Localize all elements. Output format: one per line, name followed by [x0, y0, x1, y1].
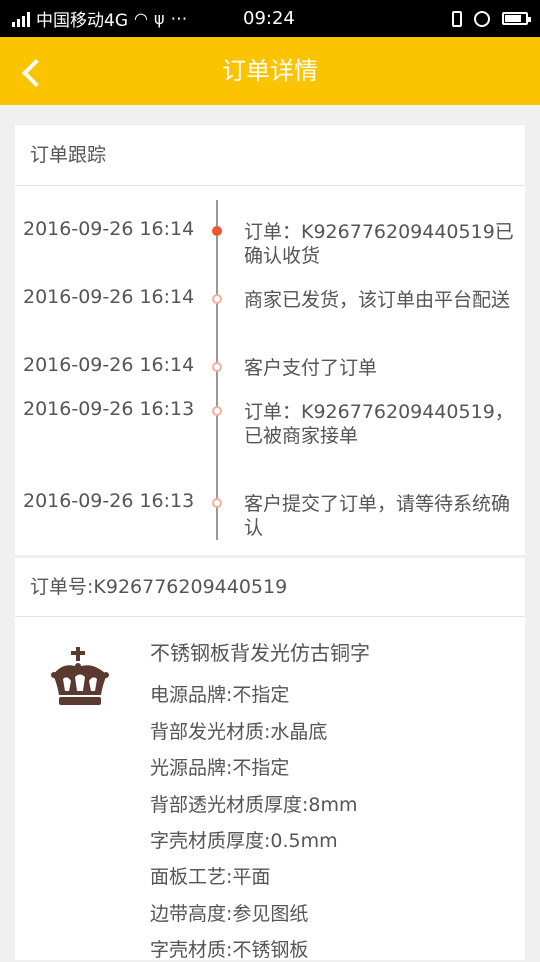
carrier-label: 中国移动4G [36, 11, 128, 31]
event-time: 2016-09-26 16:14 [23, 218, 195, 240]
timeline-dot [212, 498, 222, 508]
order-number: 订单号:K926776209440519 [30, 576, 288, 598]
event-time: 2016-09-26 16:13 [23, 398, 195, 420]
product-spec: 边带高度:参见图纸 [150, 903, 309, 925]
timeline-dot [212, 294, 222, 304]
product-spec: 光源品牌:不指定 [150, 757, 290, 779]
app-header: 订单详情 [0, 37, 540, 105]
product-thumbnail[interactable] [45, 639, 115, 719]
status-left: 中国移动4G ◠ ψ ⋯ [12, 0, 188, 37]
status-right [452, 0, 531, 37]
event-time: 2016-09-26 16:13 [23, 490, 195, 512]
product-spec: 字壳材质厚度:0.5mm [150, 830, 338, 852]
event-text: 订单：K926776209440519，已被商家接单 [244, 401, 514, 447]
event-text: 客户提交了订单，请等待系统确认 [244, 493, 511, 539]
event-text: 订单：K926776209440519已确认收货 [244, 221, 514, 267]
alarm-icon [474, 10, 490, 27]
event-text: 商家已发货，该订单由平台配送 [244, 289, 511, 311]
product-spec: 背部发光材质:水晶底 [150, 721, 328, 743]
status-bar: 中国移动4G ◠ ψ ⋯ 09:24 [0, 0, 540, 37]
event-text: 客户支付了订单 [244, 357, 378, 379]
product-name: 不锈钢板背发光仿古铜字 [150, 641, 370, 665]
event-time: 2016-09-26 16:14 [23, 354, 195, 376]
clock: 09:24 [243, 8, 295, 29]
timeline-dot [212, 362, 222, 372]
battery-level [505, 15, 521, 22]
order-tracking-card: 订单跟踪 2016-09-26 16:14 订单：K92677620944051… [15, 125, 525, 555]
event-time: 2016-09-26 16:14 [23, 286, 195, 308]
signal-icon [12, 11, 30, 27]
page-title: 订单详情 [222, 57, 318, 85]
more-indicator: ⋯ [170, 8, 188, 29]
tracking-section-title: 订单跟踪 [15, 125, 525, 186]
crown-icon [51, 647, 109, 705]
usb-icon: ψ [153, 9, 165, 28]
product-spec: 字壳材质:不锈钢板 [150, 939, 309, 961]
timeline-dot [212, 406, 222, 416]
product-spec: 面板工艺:平面 [150, 866, 271, 888]
order-number-card: 订单号:K926776209440519 [15, 558, 525, 617]
product-spec: 背部透光材质厚度:8mm [150, 794, 358, 816]
battery-icon [502, 12, 531, 25]
product-card[interactable]: 不锈钢板背发光仿古铜字 电源品牌:不指定 背部发光材质:水晶底 光源品牌:不指定… [15, 617, 525, 961]
vibrate-icon [452, 10, 462, 27]
product-spec: 电源品牌:不指定 [150, 684, 290, 706]
timeline-dot-active [212, 226, 222, 236]
wifi-icon: ◠ [134, 9, 148, 28]
